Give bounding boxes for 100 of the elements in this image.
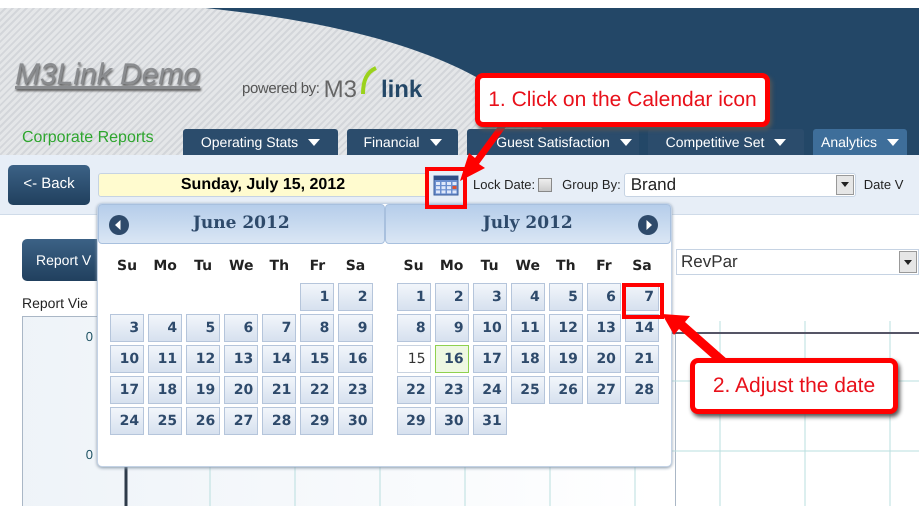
day-cell[interactable]: 21 (624, 345, 659, 373)
day-cell[interactable]: 15 (396, 345, 431, 373)
nav-tab[interactable]: Competitive Set (648, 129, 804, 155)
y-axis-label: 0 (86, 328, 93, 346)
day-cell[interactable]: 27 (224, 407, 258, 435)
day-cell[interactable]: 24 (110, 407, 144, 435)
calendar-icon[interactable] (433, 174, 459, 196)
weekday-label: Fr (595, 256, 613, 276)
y-axis-label: 0 (86, 446, 93, 464)
day-cell[interactable]: 4 (148, 314, 182, 342)
brand-logo-text: M3 (324, 78, 357, 102)
day-cell[interactable]: 16 (338, 345, 372, 373)
day-cell[interactable]: 28 (262, 407, 296, 435)
nav-tab[interactable]: Analytics (813, 129, 908, 155)
day-cell[interactable]: 16 (434, 345, 469, 373)
weekday-label: Tu (480, 256, 500, 276)
highlight-frame (622, 283, 664, 319)
weekday-label: We (514, 256, 541, 276)
swoosh-icon (360, 66, 377, 96)
back-button[interactable]: <- Back (8, 164, 90, 204)
weekday-label: Sa (344, 256, 366, 276)
day-cell[interactable]: 23 (434, 376, 469, 404)
day-cell[interactable]: 26 (548, 376, 583, 404)
day-cell[interactable]: 12 (186, 345, 220, 373)
day-cell[interactable]: 20 (586, 345, 621, 373)
day-cell[interactable]: 26 (186, 407, 220, 435)
day-cell[interactable]: 2 (434, 283, 469, 311)
day-cell[interactable]: 27 (586, 376, 621, 404)
day-cell[interactable]: 15 (300, 345, 334, 373)
day-cell[interactable]: 31 (472, 407, 507, 435)
lock-date-label: Lock Date: (473, 176, 536, 194)
day-cell[interactable]: 24 (472, 376, 507, 404)
day-cell[interactable]: 30 (434, 407, 469, 435)
day-cell[interactable]: 25 (148, 407, 182, 435)
day-cell[interactable]: 8 (396, 314, 431, 342)
day-cell[interactable]: 19 (548, 345, 583, 373)
day-cell[interactable]: 4 (510, 283, 545, 311)
day-cell[interactable]: 21 (262, 376, 296, 404)
day-cell[interactable]: 13 (586, 314, 621, 342)
weekday-label: Fr (308, 256, 326, 276)
day-cell[interactable]: 23 (338, 376, 372, 404)
weekday-label: Su (402, 256, 425, 276)
lock-date-checkbox[interactable] (538, 178, 552, 192)
weekday-label: Mo (438, 256, 464, 276)
day-cell[interactable]: 10 (110, 345, 144, 373)
day-cell[interactable]: 3 (472, 283, 507, 311)
day-cell[interactable]: 25 (510, 376, 545, 404)
day-cell[interactable]: 10 (472, 314, 507, 342)
day-cell[interactable]: 9 (338, 314, 372, 342)
weekday-label: Tu (193, 256, 214, 276)
day-cell[interactable]: 3 (110, 314, 144, 342)
caret-icon (887, 138, 900, 146)
powered-by-label: powered by: (242, 78, 320, 98)
day-cell[interactable]: 30 (338, 407, 372, 435)
date-field[interactable]: Sunday, July 15, 2012 (98, 172, 428, 196)
day-cell[interactable]: 17 (472, 345, 507, 373)
callout-box: 2. Adjust the date (690, 358, 898, 414)
nav-tab[interactable]: Operating Stats (183, 129, 338, 155)
day-cell[interactable]: 29 (396, 407, 431, 435)
day-cell[interactable]: 22 (396, 376, 431, 404)
day-cell[interactable]: 14 (262, 345, 296, 373)
day-cell[interactable]: 13 (224, 345, 258, 373)
day-cell[interactable]: 7 (262, 314, 296, 342)
previous-month-icon[interactable] (109, 215, 129, 235)
day-cell[interactable]: 8 (300, 314, 334, 342)
day-cell[interactable]: 9 (434, 314, 469, 342)
day-cell[interactable]: 19 (186, 376, 220, 404)
report-view-title: Report Vie (22, 294, 88, 313)
callout-box: 1. Click on the Calendar icon (475, 73, 770, 127)
day-cell[interactable]: 22 (300, 376, 334, 404)
weekday-label: Th (555, 256, 577, 276)
nav-tab[interactable]: Financial (347, 129, 458, 155)
day-cell[interactable]: 5 (548, 283, 583, 311)
day-cell[interactable]: 11 (510, 314, 545, 342)
day-cell[interactable]: 1 (300, 283, 334, 311)
group-by-label: Group By: (562, 176, 621, 194)
day-cell[interactable]: 29 (300, 407, 334, 435)
date-view-label: Date V (864, 176, 904, 194)
dropdown-icon (904, 260, 912, 264)
weekday-label: We (228, 256, 254, 276)
next-month-icon[interactable] (638, 215, 658, 235)
caret-icon (430, 138, 442, 146)
day-cell[interactable]: 28 (624, 376, 659, 404)
day-cell[interactable]: 6 (586, 283, 621, 311)
day-cell[interactable]: 11 (148, 345, 182, 373)
nav-tab[interactable]: Guest Satisfaction (467, 129, 639, 155)
day-cell[interactable]: 12 (548, 314, 583, 342)
day-cell[interactable]: 18 (148, 376, 182, 404)
day-cell[interactable]: 1 (396, 283, 431, 311)
group-by-select[interactable]: Brand (624, 172, 856, 196)
caret-icon (620, 138, 632, 146)
day-cell[interactable]: 5 (186, 314, 220, 342)
month-title: July 2012 (482, 212, 573, 236)
day-cell[interactable]: 6 (224, 314, 258, 342)
day-cell[interactable]: 2 (338, 283, 372, 311)
day-cell[interactable]: 18 (510, 345, 545, 373)
caret-icon (774, 138, 786, 146)
day-cell[interactable]: 17 (110, 376, 144, 404)
measure-select[interactable]: RevPar (676, 249, 919, 275)
day-cell[interactable]: 20 (224, 376, 258, 404)
